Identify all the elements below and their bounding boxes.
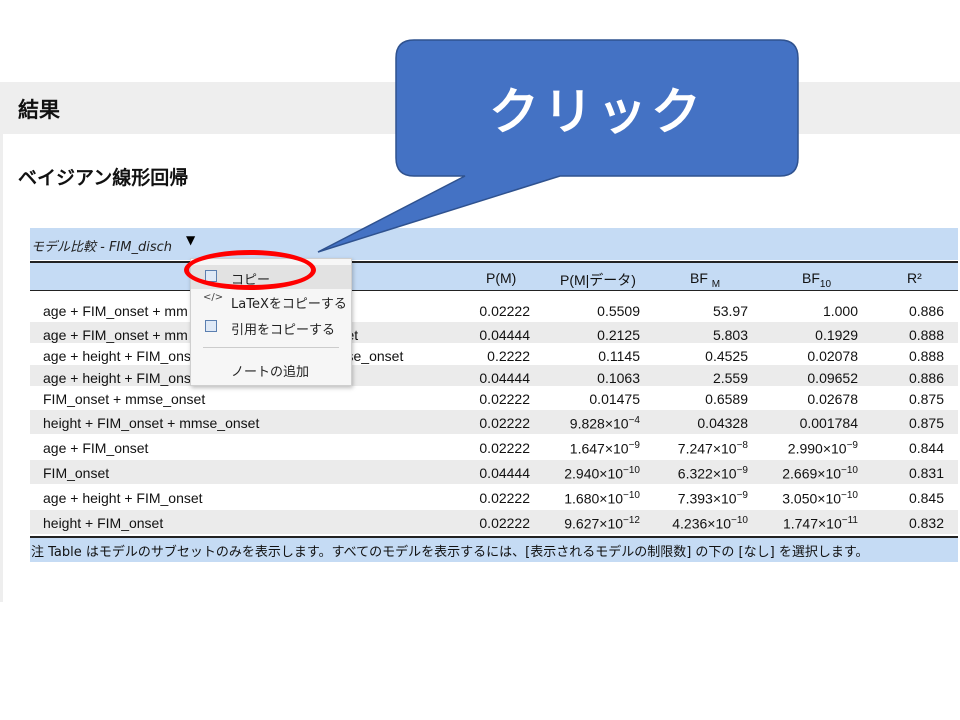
callout-text: クリック bbox=[489, 83, 705, 141]
